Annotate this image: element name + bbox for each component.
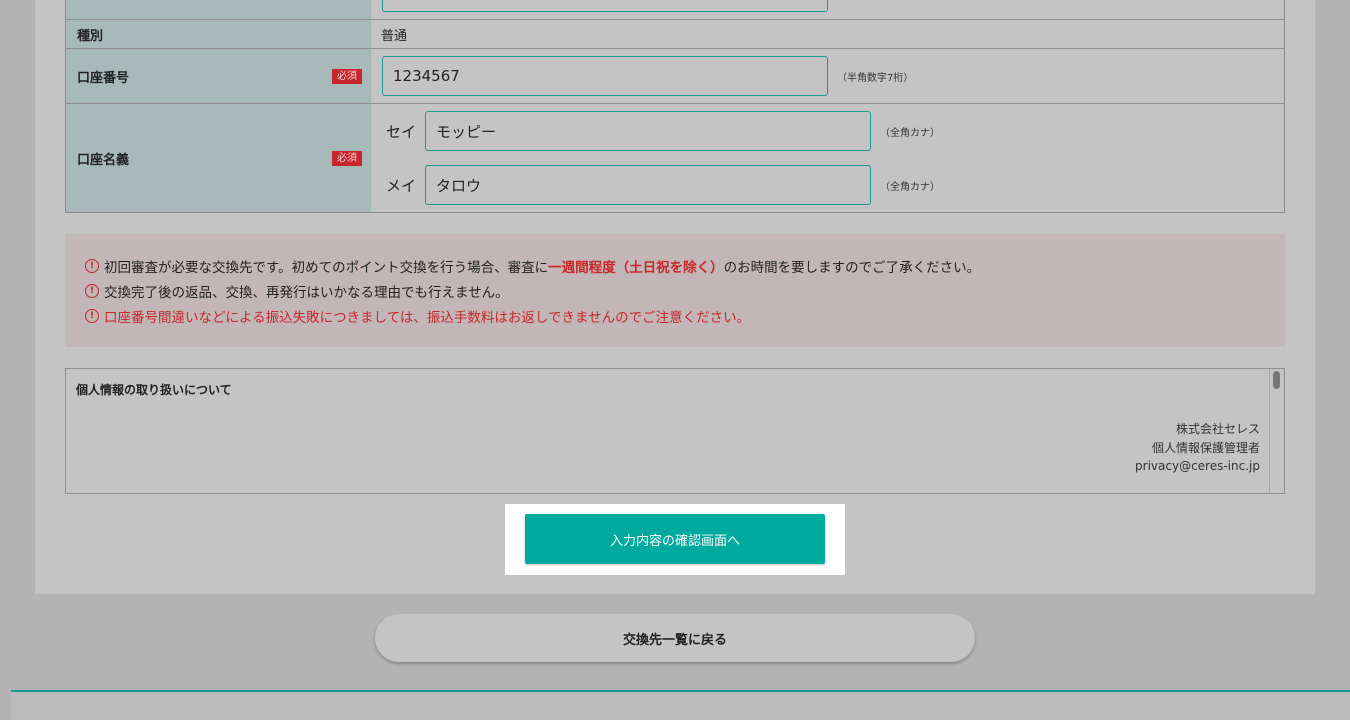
back-to-list-button[interactable]: 交換先一覧に戻る bbox=[375, 614, 975, 662]
privacy-email: privacy@ceres-inc.jp bbox=[1135, 459, 1260, 473]
exclamation-circle-icon: ! bbox=[85, 259, 99, 273]
scrollbar-thumb[interactable] bbox=[1273, 371, 1280, 389]
type-value: 普通 bbox=[381, 29, 408, 44]
exclamation-circle-icon: ! bbox=[85, 284, 99, 298]
confirm-input-button[interactable]: 入力内容の確認画面へ bbox=[525, 514, 825, 564]
row-divider bbox=[66, 48, 1284, 49]
notice-line-1: ! 初回審査が必要な交換先です。初めてのポイント交換を行う場合、審査に 一週間程度… bbox=[85, 256, 980, 276]
sei-hint: （全角カナ） bbox=[880, 128, 940, 139]
account-number-label: 口座番号 bbox=[77, 71, 130, 86]
type-label: 種別 bbox=[77, 29, 104, 44]
previous-field-bottom[interactable] bbox=[382, 0, 828, 12]
review-period-emphasis: 一週間程度（土日祝を除く） bbox=[548, 260, 724, 276]
privacy-policy-box[interactable]: 個人情報の取り扱いについて 株式会社セレス 個人情報保護管理者 privacy@… bbox=[65, 368, 1285, 494]
row-divider bbox=[66, 19, 1284, 20]
privacy-scrollbar[interactable] bbox=[1269, 369, 1284, 493]
notice-line-2: ! 交換完了後の返品、交換、再発行はいかなる理由でも行えません。 bbox=[85, 281, 509, 301]
notice-line-3: ! 口座番号間違いなどによる振込失敗につきましては、振込手数料はお返しできません… bbox=[85, 306, 750, 326]
required-badge: 必須 bbox=[332, 151, 362, 166]
exclamation-circle-icon: ! bbox=[85, 309, 99, 323]
sei-label: セイ bbox=[386, 123, 417, 141]
footer bbox=[11, 692, 1350, 720]
privacy-company: 株式会社セレス bbox=[1175, 422, 1260, 436]
account-name-label: 口座名義 bbox=[77, 153, 130, 168]
privacy-manager: 個人情報保護管理者 bbox=[1151, 441, 1260, 455]
bank-account-form-table: 種別 普通 口座番号 必須 1234567 （半角数字7桁） 口座名義 必須 セ… bbox=[65, 0, 1285, 213]
required-badge: 必須 bbox=[332, 69, 362, 84]
account-number-input[interactable]: 1234567 bbox=[382, 56, 828, 96]
mei-input[interactable]: タロウ bbox=[425, 165, 871, 205]
sei-input[interactable]: モッピー bbox=[425, 111, 871, 151]
mei-hint: （全角カナ） bbox=[880, 182, 940, 193]
label-column bbox=[66, 0, 371, 212]
privacy-title: 個人情報の取り扱いについて bbox=[76, 383, 232, 397]
mei-label: メイ bbox=[386, 177, 417, 195]
row-divider bbox=[66, 103, 1284, 104]
account-number-hint: （半角数字7桁） bbox=[837, 73, 914, 84]
